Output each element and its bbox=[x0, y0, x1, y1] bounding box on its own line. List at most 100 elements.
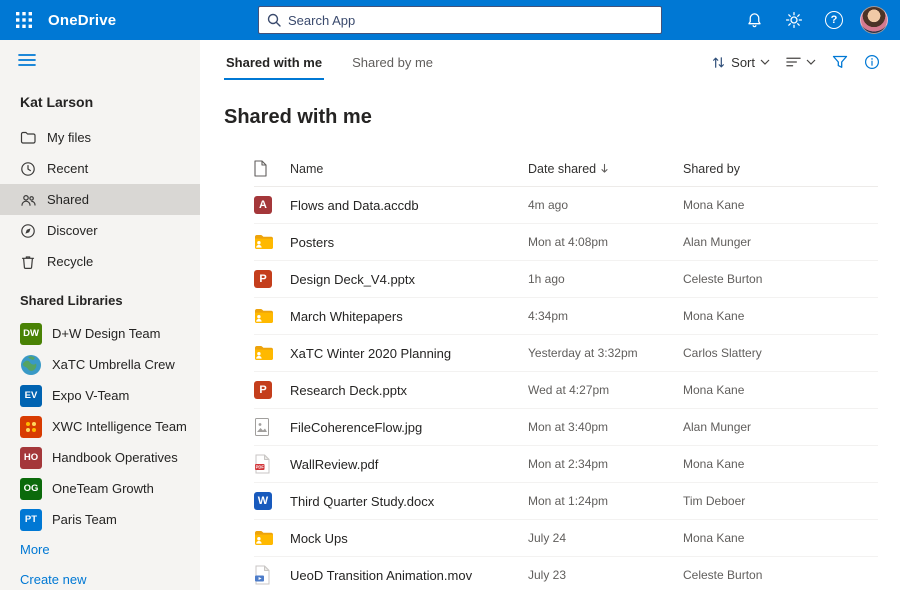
file-name[interactable]: Flows and Data.accdb bbox=[290, 198, 528, 213]
file-name[interactable]: Posters bbox=[290, 235, 528, 250]
search-box[interactable] bbox=[258, 6, 662, 34]
tab-shared-with-me[interactable]: Shared with me bbox=[224, 45, 324, 80]
library-label: XaTC Umbrella Crew bbox=[52, 357, 175, 372]
folder-icon bbox=[20, 130, 36, 146]
library-label: XWC Intelligence Team bbox=[52, 419, 187, 434]
dots-logo-icon bbox=[20, 416, 42, 438]
sidebar-item-recycle[interactable]: Recycle bbox=[0, 246, 200, 277]
people-icon bbox=[20, 192, 36, 208]
search-icon bbox=[267, 13, 281, 27]
view-list-icon bbox=[786, 56, 801, 68]
sort-button[interactable]: Sort bbox=[711, 55, 770, 70]
date-shared: Wed at 4:27pm bbox=[528, 383, 683, 397]
library-label: D+W Design Team bbox=[52, 326, 161, 341]
sidebar-item-label: My files bbox=[47, 130, 91, 145]
initials-badge-icon: OG bbox=[20, 478, 42, 500]
create-new-link[interactable]: Create new bbox=[0, 565, 200, 590]
sort-icon bbox=[711, 55, 726, 70]
app-launcher-icon[interactable] bbox=[0, 0, 48, 40]
avatar[interactable] bbox=[860, 6, 888, 34]
hamburger-menu-icon[interactable] bbox=[18, 53, 36, 72]
table-row[interactable]: Posters Mon at 4:08pm Alan Munger bbox=[254, 224, 878, 261]
table-row[interactable]: PDF WallReview.pdf Mon at 2:34pm Mona Ka… bbox=[254, 446, 878, 483]
date-shared: Mon at 1:24pm bbox=[528, 494, 683, 508]
table-row[interactable]: A Flows and Data.accdb 4m ago Mona Kane bbox=[254, 187, 878, 224]
sidebar-library-item[interactable]: PT Paris Team bbox=[0, 504, 200, 535]
folder-file-icon bbox=[254, 530, 290, 546]
sidebar-item-discover[interactable]: Discover bbox=[0, 215, 200, 246]
library-label: Paris Team bbox=[52, 512, 117, 527]
sidebar-library-item[interactable]: EV Expo V-Team bbox=[0, 380, 200, 411]
file-name[interactable]: FileCoherenceFlow.jpg bbox=[290, 420, 528, 435]
sidebar-item-my-files[interactable]: My files bbox=[0, 122, 200, 153]
recycle-bin-icon bbox=[20, 254, 36, 270]
sidebar-item-label: Shared bbox=[47, 192, 89, 207]
tab-bar: Shared with me Shared by me Sort bbox=[224, 42, 880, 82]
folder-file-icon bbox=[254, 345, 290, 361]
file-column-icon bbox=[254, 160, 290, 177]
shared-by: Mona Kane bbox=[683, 383, 878, 397]
sidebar-library-item[interactable]: OG OneTeam Growth bbox=[0, 473, 200, 504]
table-row[interactable]: XaTC Winter 2020 Planning Yesterday at 3… bbox=[254, 335, 878, 372]
file-name[interactable]: Design Deck_V4.pptx bbox=[290, 272, 528, 287]
table-row[interactable]: March Whitepapers 4:34pm Mona Kane bbox=[254, 298, 878, 335]
info-button[interactable] bbox=[864, 54, 880, 70]
date-shared: 1h ago bbox=[528, 272, 683, 286]
date-shared: Mon at 2:34pm bbox=[528, 457, 683, 471]
library-list: DW D+W Design Team XaTC Umbrella Crew EV… bbox=[0, 318, 200, 535]
filter-button[interactable] bbox=[832, 54, 848, 70]
bell-icon[interactable] bbox=[734, 0, 774, 40]
chevron-down-icon bbox=[806, 59, 816, 65]
sidebar-library-item[interactable]: XWC Intelligence Team bbox=[0, 411, 200, 442]
shared-by: Mona Kane bbox=[683, 531, 878, 545]
table-row[interactable]: P Research Deck.pptx Wed at 4:27pm Mona … bbox=[254, 372, 878, 409]
tab-shared-by-me[interactable]: Shared by me bbox=[350, 45, 435, 80]
sidebar-item-recent[interactable]: Recent bbox=[0, 153, 200, 184]
table-row[interactable]: W Third Quarter Study.docx Mon at 1:24pm… bbox=[254, 483, 878, 520]
date-shared: July 23 bbox=[528, 568, 683, 582]
file-name[interactable]: Research Deck.pptx bbox=[290, 383, 528, 398]
page-title: Shared with me bbox=[224, 106, 880, 129]
file-name[interactable]: UeoD Transition Animation.mov bbox=[290, 568, 528, 583]
file-name[interactable]: Third Quarter Study.docx bbox=[290, 494, 528, 509]
shared-by: Mona Kane bbox=[683, 198, 878, 212]
table-row[interactable]: P Design Deck_V4.pptx 1h ago Celeste Bur… bbox=[254, 261, 878, 298]
table-row[interactable]: UeoD Transition Animation.mov July 23 Ce… bbox=[254, 557, 878, 590]
filter-icon bbox=[832, 54, 848, 70]
file-name[interactable]: XaTC Winter 2020 Planning bbox=[290, 346, 528, 361]
sidebar-item-label: Recent bbox=[47, 161, 88, 176]
table-body: A Flows and Data.accdb 4m ago Mona Kane … bbox=[254, 187, 878, 590]
date-shared: July 24 bbox=[528, 531, 683, 545]
shared-by: Tim Deboer bbox=[683, 494, 878, 508]
sort-label: Sort bbox=[731, 55, 755, 70]
powerpoint-file-icon: P bbox=[254, 381, 290, 399]
initials-badge-icon: EV bbox=[20, 385, 42, 407]
file-name[interactable]: WallReview.pdf bbox=[290, 457, 528, 472]
clock-icon bbox=[20, 161, 36, 177]
shared-by: Carlos Slattery bbox=[683, 346, 878, 360]
help-icon[interactable]: ? bbox=[814, 0, 854, 40]
sidebar-library-item[interactable]: DW D+W Design Team bbox=[0, 318, 200, 349]
date-shared: Yesterday at 3:32pm bbox=[528, 346, 683, 360]
file-name[interactable]: Mock Ups bbox=[290, 531, 528, 546]
search-input[interactable] bbox=[288, 13, 653, 28]
app-title: OneDrive bbox=[48, 12, 116, 29]
column-header-date-shared[interactable]: Date shared bbox=[528, 162, 683, 176]
column-header-name[interactable]: Name bbox=[290, 162, 528, 176]
more-link[interactable]: More bbox=[0, 535, 200, 565]
toolbar: Sort bbox=[711, 54, 880, 70]
access-file-icon: A bbox=[254, 196, 290, 214]
table-row[interactable]: Mock Ups July 24 Mona Kane bbox=[254, 520, 878, 557]
files-table: Name Date shared Shared by A Flows and D… bbox=[254, 151, 878, 590]
sidebar-library-item[interactable]: XaTC Umbrella Crew bbox=[0, 349, 200, 380]
shared-by: Alan Munger bbox=[683, 235, 878, 249]
initials-badge-icon: DW bbox=[20, 323, 42, 345]
sidebar-library-item[interactable]: HO Handbook Operatives bbox=[0, 442, 200, 473]
column-header-shared-by[interactable]: Shared by bbox=[683, 162, 878, 176]
date-shared: Mon at 4:08pm bbox=[528, 235, 683, 249]
file-name[interactable]: March Whitepapers bbox=[290, 309, 528, 324]
sidebar-item-shared[interactable]: Shared bbox=[0, 184, 200, 215]
table-row[interactable]: FileCoherenceFlow.jpg Mon at 3:40pm Alan… bbox=[254, 409, 878, 446]
view-selector-button[interactable] bbox=[786, 56, 816, 68]
gear-icon[interactable] bbox=[774, 0, 814, 40]
